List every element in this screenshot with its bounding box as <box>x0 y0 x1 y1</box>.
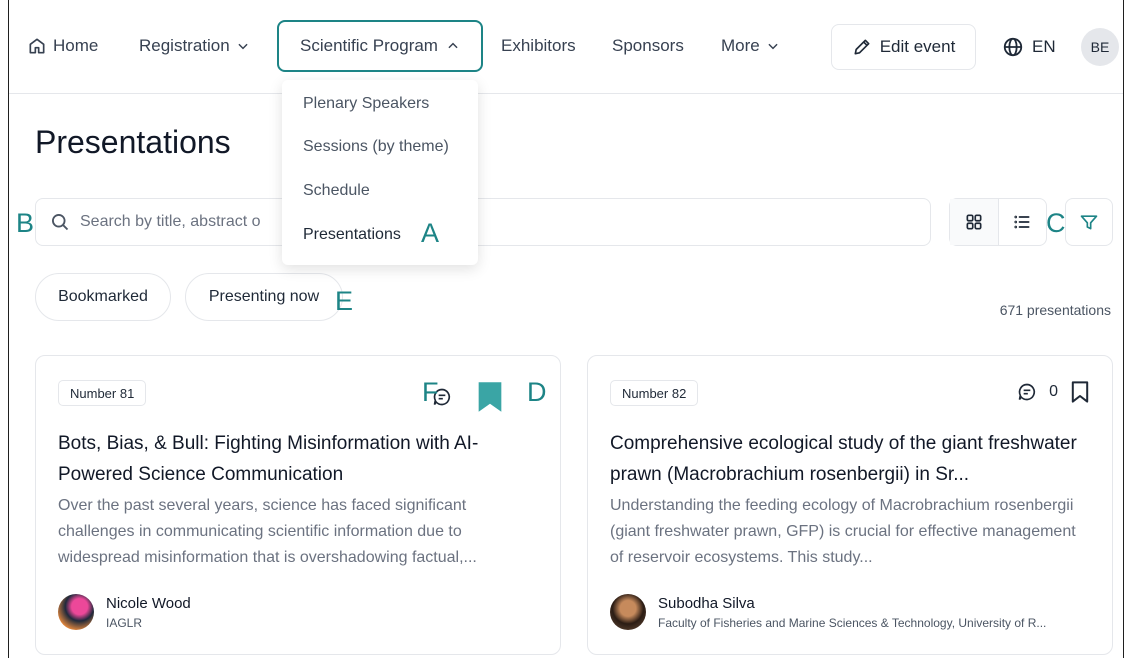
chevron-down-icon <box>238 43 248 50</box>
filter-button[interactable] <box>1065 198 1113 246</box>
nav-registration[interactable]: Registration <box>139 36 250 56</box>
presentation-abstract: Over the past several years, science has… <box>58 497 477 566</box>
page-title: Presentations <box>35 124 231 160</box>
scientific-program-dropdown: Plenary Speakers Sessions (by theme) Sch… <box>282 80 478 265</box>
presentation-title[interactable]: Comprehensive ecological study of the gi… <box>610 428 1088 490</box>
nav-scientific-program-label: Scientific Program <box>300 36 438 55</box>
bookmarked-filter-label: Bookmarked <box>58 288 148 305</box>
top-navigation: Home Registration Scientific Program Exh… <box>9 0 1123 94</box>
author-name: Nicole Wood <box>106 594 191 612</box>
annotation-f: F <box>422 377 439 407</box>
dropdown-item-presentations[interactable]: Presentations <box>303 226 401 244</box>
view-toggle <box>949 198 1047 246</box>
user-avatar[interactable]: BE <box>1081 28 1119 66</box>
annotation-d: D <box>527 377 547 407</box>
globe-icon <box>1003 37 1023 57</box>
language-selector[interactable]: EN <box>1002 36 1056 58</box>
card-actions: 0 <box>1017 380 1090 404</box>
presentation-card[interactable]: Number 82 0 Comprehensive ecological stu… <box>587 355 1113 655</box>
search-icon <box>52 214 69 231</box>
list-icon <box>1014 215 1030 229</box>
nav-scientific-program[interactable]: Scientific Program <box>277 20 483 72</box>
dropdown-item-sessions[interactable]: Sessions (by theme) <box>303 138 449 156</box>
author-affiliation: Faculty of Fisheries and Marine Sciences… <box>658 615 1047 630</box>
bookmarked-filter[interactable]: Bookmarked <box>35 273 171 321</box>
edit-event-label: Edit event <box>879 37 956 56</box>
language-label: EN <box>1032 37 1056 56</box>
presentation-abstract: Understanding the feeding ecology of Mac… <box>610 497 1076 566</box>
search-bar[interactable] <box>35 198 931 246</box>
presentation-title[interactable]: Bots, Bias, & Bull: Fighting Misinformat… <box>58 428 536 490</box>
chevron-up-icon <box>448 42 458 49</box>
nav-home-label: Home <box>53 36 99 55</box>
author-affiliation: IAGLR <box>106 615 143 630</box>
dropdown-item-schedule[interactable]: Schedule <box>303 182 370 200</box>
comment-icon[interactable] <box>1017 382 1037 402</box>
nav-sponsors-label: Sponsors <box>612 36 684 55</box>
presentation-number-badge: Number 81 <box>58 380 147 406</box>
author-avatar <box>58 594 94 630</box>
nav-registration-label: Registration <box>139 36 230 55</box>
nav-more-label: More <box>721 36 760 55</box>
nav-more[interactable]: More <box>721 36 780 56</box>
presentations-count: 671 presentations <box>999 302 1111 318</box>
card-actions <box>432 380 504 414</box>
dropdown-item-plenary-speakers[interactable]: Plenary Speakers <box>303 95 429 113</box>
grid-view-button[interactable] <box>950 199 999 245</box>
nav-exhibitors[interactable]: Exhibitors <box>501 36 576 56</box>
annotation-e: E <box>335 286 354 316</box>
bookmark-filled-icon[interactable] <box>476 380 504 414</box>
author: Nicole Wood IAGLR <box>58 594 191 630</box>
grid-icon <box>966 214 982 230</box>
bookmark-icon[interactable] <box>1070 380 1090 404</box>
nav-exhibitors-label: Exhibitors <box>501 36 576 55</box>
presenting-now-filter-label: Presenting now <box>208 288 320 305</box>
comment-count: 0 <box>1049 383 1058 400</box>
pencil-icon <box>854 39 870 55</box>
home-icon <box>29 38 45 54</box>
annotation-a: A <box>421 218 440 248</box>
search-input[interactable] <box>80 213 880 231</box>
nav-sponsors[interactable]: Sponsors <box>612 36 684 56</box>
user-initials: BE <box>1090 39 1110 55</box>
annotation-b: B <box>16 208 35 238</box>
presentation-number-badge: Number 82 <box>610 380 699 406</box>
nav-home[interactable]: Home <box>27 36 98 56</box>
chevron-down-icon <box>768 43 778 50</box>
annotation-c: C <box>1046 208 1066 238</box>
app-frame: Home Registration Scientific Program Exh… <box>8 0 1124 658</box>
presentation-card[interactable]: Number 81 Bots, Bias, & Bull: Fighting M… <box>35 355 561 655</box>
edit-event-button[interactable]: Edit event <box>831 24 976 70</box>
list-view-button[interactable] <box>999 199 1047 245</box>
author-avatar <box>610 594 646 630</box>
author: Subodha Silva Faculty of Fisheries and M… <box>610 594 1046 630</box>
filter-icon <box>1080 215 1098 230</box>
author-name: Subodha Silva <box>658 594 755 612</box>
presenting-now-filter[interactable]: Presenting now <box>185 273 343 321</box>
